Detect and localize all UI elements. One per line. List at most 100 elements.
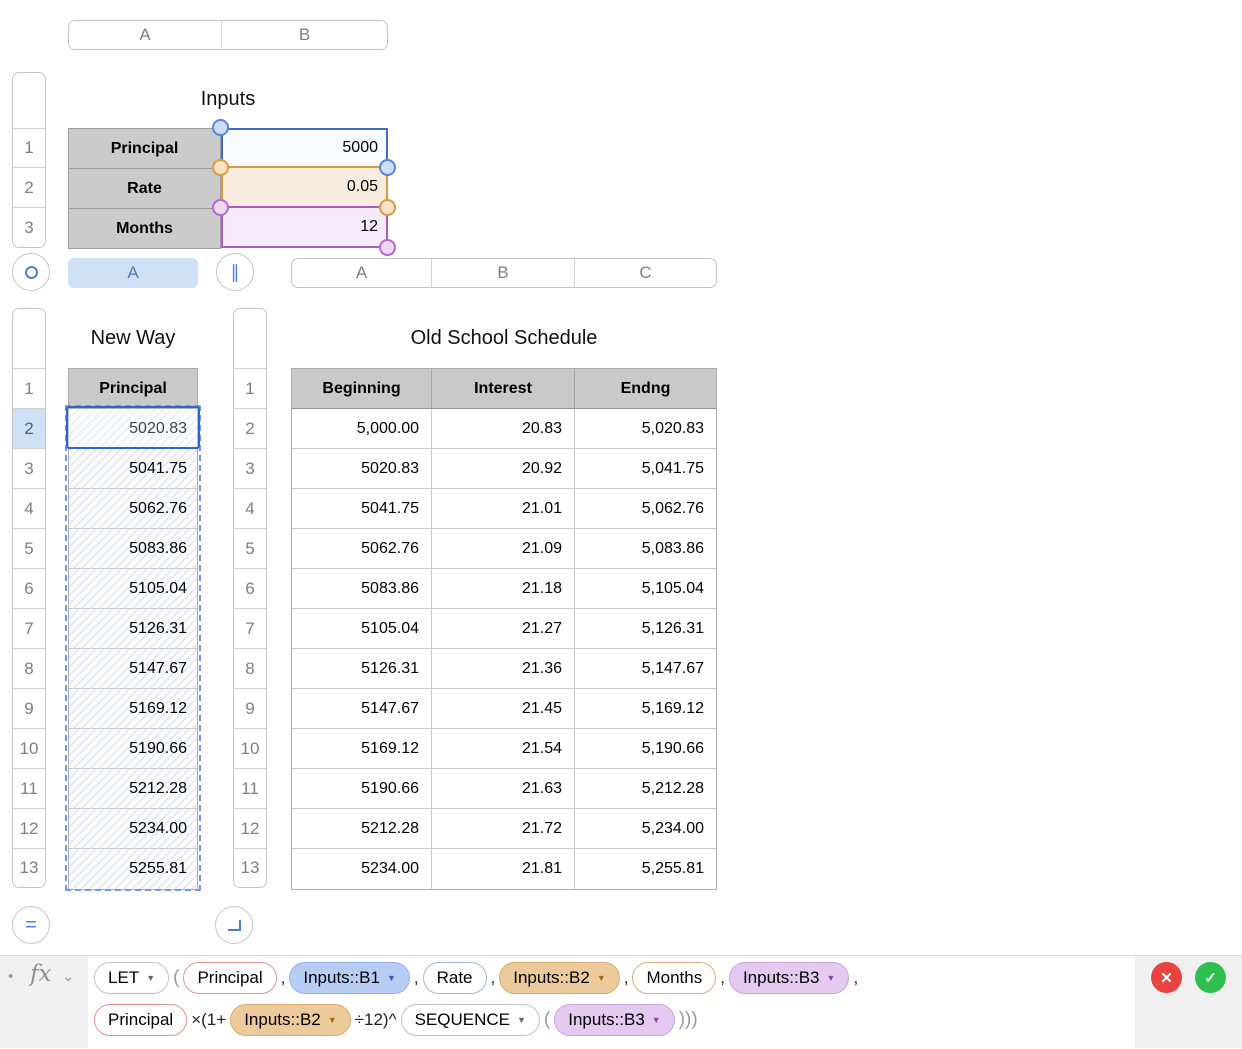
oldschool-row-header-blank[interactable] (234, 309, 266, 369)
cell-newway-a6[interactable]: 5105.04 (69, 569, 197, 609)
newway-row-header-11[interactable]: 11 (13, 769, 45, 809)
reference-token-inputs-b3[interactable]: Inputs::B3 ▼ (554, 1004, 675, 1036)
cell[interactable]: 21.45 (432, 689, 575, 729)
oldschool-row-header-13[interactable]: 13 (234, 849, 266, 887)
oldschool-row-header-11[interactable]: 11 (234, 769, 266, 809)
variable-token-rate[interactable]: Rate (422, 962, 487, 994)
inputs-column-header-b[interactable]: B (222, 21, 387, 49)
cell[interactable]: 20.92 (432, 449, 575, 489)
inputs-row-header-1[interactable]: 1 (13, 129, 45, 169)
newway-row-header-10[interactable]: 10 (13, 729, 45, 769)
cell[interactable]: 5,190.66 (575, 729, 716, 769)
oldschool-row-header-8[interactable]: 8 (234, 649, 266, 689)
cell-oldschool-b1-header[interactable]: Interest (432, 369, 575, 409)
cell[interactable]: 5,126.31 (575, 609, 716, 649)
newway-row-header-12[interactable]: 12 (13, 809, 45, 849)
cell[interactable]: 5,212.28 (575, 769, 716, 809)
cell-newway-a5[interactable]: 5083.86 (69, 529, 197, 569)
cell[interactable]: 5,147.67 (575, 649, 716, 689)
cell-inputs-b2[interactable]: 0.05 (221, 166, 388, 208)
cell[interactable]: 21.36 (432, 649, 575, 689)
oldschool-row-header-1[interactable]: 1 (234, 369, 266, 409)
cell-oldschool-a1-header[interactable]: Beginning (292, 369, 432, 409)
inputs-table-title[interactable]: Inputs (68, 88, 388, 111)
cell[interactable]: 21.01 (432, 489, 575, 529)
newway-row-header-7[interactable]: 7 (13, 609, 45, 649)
oldschool-row-header-12[interactable]: 12 (234, 809, 266, 849)
cell[interactable]: 5169.12 (292, 729, 432, 769)
cell-oldschool-c1-header[interactable]: Endng (575, 369, 716, 409)
range-handle-orange-topleft[interactable] (212, 159, 229, 176)
cell[interactable]: 20.83 (432, 409, 575, 449)
range-handle-blue-topleft[interactable] (212, 119, 229, 136)
cell[interactable]: 5126.31 (292, 649, 432, 689)
cell[interactable]: 5,234.00 (575, 809, 716, 849)
cell[interactable]: 5234.00 (292, 849, 432, 889)
column-resize-button[interactable]: ∥ (216, 253, 254, 291)
reference-token-inputs-b1[interactable]: Inputs::B1 ▼ (289, 962, 410, 994)
cell[interactable]: 5,255.81 (575, 849, 716, 889)
cell[interactable]: 21.09 (432, 529, 575, 569)
cell[interactable]: 5,041.75 (575, 449, 716, 489)
oldschool-row-header-7[interactable]: 7 (234, 609, 266, 649)
newway-row-header-13[interactable]: 13 (13, 849, 45, 887)
oldschool-row-header-9[interactable]: 9 (234, 689, 266, 729)
cell-newway-a8[interactable]: 5147.67 (69, 649, 197, 689)
oldschool-row-header-2[interactable]: 2 (234, 409, 266, 449)
newway-row-header-2[interactable]: 2 (13, 409, 45, 449)
range-handle-purple-topleft[interactable] (212, 199, 229, 216)
oldschool-table-title[interactable]: Old School Schedule (291, 327, 717, 350)
cell[interactable]: 5,000.00 (292, 409, 432, 449)
cell-inputs-b1[interactable]: 5000 (221, 128, 388, 168)
newway-column-header-a[interactable]: A (68, 258, 198, 288)
table-handle-button[interactable] (12, 253, 50, 291)
newway-row-header-3[interactable]: 3 (13, 449, 45, 489)
cell-inputs-a2[interactable]: Rate (68, 168, 221, 209)
oldschool-row-header-4[interactable]: 4 (234, 489, 266, 529)
variable-token-months[interactable]: Months (632, 962, 717, 994)
reference-token-inputs-b2[interactable]: Inputs::B2 ▼ (499, 962, 620, 994)
fx-icon[interactable]: fx (30, 961, 51, 987)
cell[interactable]: 5083.86 (292, 569, 432, 609)
cell[interactable]: 5041.75 (292, 489, 432, 529)
cell[interactable]: 21.27 (432, 609, 575, 649)
row-resize-button[interactable]: = (12, 906, 50, 944)
oldschool-row-header-5[interactable]: 5 (234, 529, 266, 569)
cell-newway-a4[interactable]: 5062.76 (69, 489, 197, 529)
cell[interactable]: 21.81 (432, 849, 575, 889)
cell[interactable]: 5,020.83 (575, 409, 716, 449)
cell[interactable]: 5,169.12 (575, 689, 716, 729)
cell-newway-a11[interactable]: 5212.28 (69, 769, 197, 809)
cell-newway-a13[interactable]: 5255.81 (69, 849, 197, 889)
newway-row-header-5[interactable]: 5 (13, 529, 45, 569)
reference-token-inputs-b3[interactable]: Inputs::B3 ▼ (728, 962, 850, 994)
cell[interactable]: 5,083.86 (575, 529, 716, 569)
cell[interactable]: 5062.76 (292, 529, 432, 569)
table-resize-button[interactable] (215, 906, 253, 944)
oldschool-column-header-a[interactable]: A (292, 259, 432, 287)
oldschool-row-header-3[interactable]: 3 (234, 449, 266, 489)
newway-row-header-4[interactable]: 4 (13, 489, 45, 529)
range-handle-orange-bottomright[interactable] (379, 199, 396, 216)
cell-newway-a7[interactable]: 5126.31 (69, 609, 197, 649)
cell[interactable]: 5020.83 (292, 449, 432, 489)
cell[interactable]: 21.54 (432, 729, 575, 769)
oldschool-row-header-10[interactable]: 10 (234, 729, 266, 769)
accept-button[interactable]: ✓ (1195, 962, 1226, 993)
cell-newway-a1-header[interactable]: Principal (69, 369, 197, 409)
inputs-row-header-2[interactable]: 2 (13, 168, 45, 209)
oldschool-column-header-c[interactable]: C (575, 259, 716, 287)
cell-inputs-a3[interactable]: Months (68, 208, 221, 249)
inputs-column-header-a[interactable]: A (69, 21, 222, 49)
cell[interactable]: 5147.67 (292, 689, 432, 729)
cell-inputs-b3[interactable]: 12 (221, 206, 388, 248)
inputs-row-header-3[interactable]: 3 (13, 208, 45, 247)
cell-newway-a2[interactable]: 5020.83 (69, 409, 197, 449)
oldschool-row-header-6[interactable]: 6 (234, 569, 266, 609)
cell-newway-a12[interactable]: 5234.00 (69, 809, 197, 849)
cell[interactable]: 5,105.04 (575, 569, 716, 609)
function-token-sequence[interactable]: SEQUENCE ▼ (400, 1004, 540, 1036)
newway-row-header-1[interactable]: 1 (13, 369, 45, 409)
newway-row-header-9[interactable]: 9 (13, 689, 45, 729)
cell[interactable]: 5190.66 (292, 769, 432, 809)
